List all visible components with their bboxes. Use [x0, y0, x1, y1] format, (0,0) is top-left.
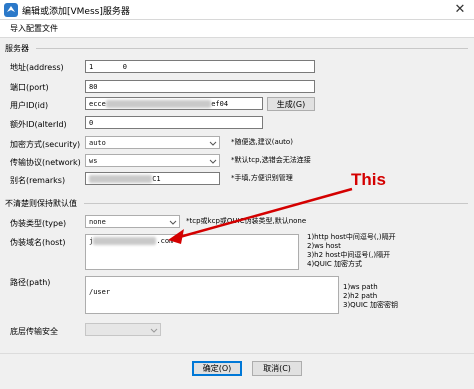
annotation-label: This — [351, 170, 386, 189]
annotation-arrow — [168, 187, 353, 244]
